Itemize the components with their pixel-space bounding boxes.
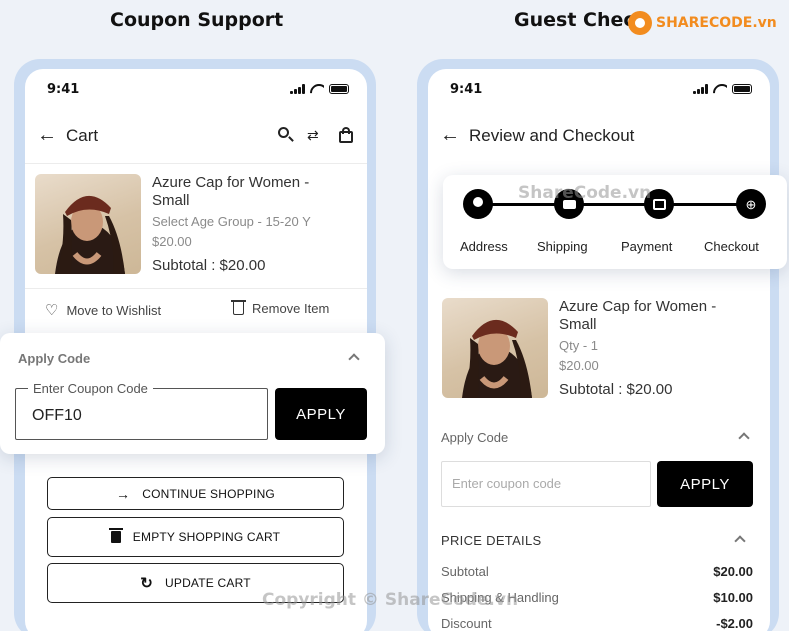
chevron-up-icon[interactable]	[734, 535, 746, 547]
page-title: Cart	[66, 126, 99, 145]
product-name[interactable]: Azure Cap for Women -	[559, 298, 716, 316]
status-icons	[693, 84, 752, 94]
divider	[25, 288, 367, 289]
compare-icon[interactable]: ⇄	[307, 127, 319, 143]
apply-button[interactable]: APPLY	[275, 388, 367, 440]
chevron-up-icon[interactable]	[348, 353, 360, 365]
trash-icon	[231, 300, 246, 315]
arrow-right-icon: →	[116, 485, 131, 502]
product-price: $20.00	[152, 234, 192, 249]
continue-shopping-button[interactable]: → CONTINUE SHOPPING	[47, 477, 344, 510]
price-row-value: -$2.00	[716, 616, 753, 631]
status-time: 9:41	[47, 82, 80, 97]
price-row-label: Subtotal	[441, 564, 489, 579]
continue-shopping-label: CONTINUE SHOPPING	[142, 486, 275, 501]
product-image	[55, 195, 125, 274]
status-icons	[290, 84, 349, 94]
step-label-shipping[interactable]: Shipping	[537, 239, 588, 254]
product-name[interactable]: Azure Cap for Women -	[152, 174, 309, 192]
product-thumbnail[interactable]	[442, 298, 548, 398]
price-row-value: $10.00	[713, 590, 753, 605]
battery-icon	[732, 84, 752, 94]
coupon-support-heading: Coupon Support	[110, 9, 284, 31]
price-row-label: Discount	[441, 616, 492, 631]
back-arrow-icon[interactable]: ←	[440, 125, 460, 145]
empty-cart-label: EMPTY SHOPPING CART	[132, 530, 281, 544]
refresh-icon: ↻	[140, 575, 153, 592]
back-arrow-icon[interactable]: ←	[37, 125, 57, 145]
sharecode-logo-text: SHARECODE.vn	[656, 15, 777, 31]
page-title: Review and Checkout	[469, 126, 635, 145]
trash-icon	[108, 528, 123, 543]
remove-item-button[interactable]: Remove Item	[231, 300, 330, 316]
sharecode-logo-icon	[628, 11, 652, 35]
copyright-watermark: Copyright © ShareCode.vn	[262, 590, 519, 610]
empty-cart-button[interactable]: EMPTY SHOPPING CART	[47, 517, 344, 557]
price-row: Discount -$2.00	[441, 616, 753, 631]
signal-icon	[290, 84, 305, 94]
product-qty: Qty - 1	[559, 338, 599, 353]
steps-progress-line	[478, 203, 753, 206]
apply-code-title: Apply Code	[441, 430, 509, 445]
coupon-code-input[interactable]: Enter coupon code	[441, 461, 651, 507]
product-subtotal: Subtotal : $20.00	[559, 381, 673, 398]
step-label-address[interactable]: Address	[460, 239, 508, 254]
shopping-bag-icon[interactable]	[339, 127, 353, 143]
move-to-wishlist-label: Move to Wishlist	[66, 302, 162, 318]
product-thumbnail[interactable]	[35, 174, 141, 274]
price-row: Subtotal $20.00	[441, 564, 753, 579]
signal-icon	[693, 84, 708, 94]
apply-button[interactable]: APPLY	[657, 461, 753, 507]
coupon-code-field[interactable]: Enter Coupon Code OFF10	[15, 381, 268, 440]
price-row-value: $20.00	[713, 564, 753, 579]
remove-item-label: Remove Item	[252, 301, 330, 316]
coupon-field-label: Enter Coupon Code	[28, 381, 153, 396]
move-to-wishlist-button[interactable]: ♡ Move to Wishlist	[45, 301, 161, 319]
step-address-icon[interactable]	[463, 189, 493, 219]
battery-icon	[329, 84, 349, 94]
search-icon[interactable]	[278, 127, 294, 143]
divider	[25, 163, 367, 164]
price-details-title: PRICE DETAILS	[441, 533, 542, 548]
step-checkout-icon[interactable]: ⊕	[736, 189, 766, 219]
product-price: $20.00	[559, 358, 599, 373]
sharecode-logo: SHARECODE.vn	[628, 11, 777, 35]
step-label-payment[interactable]: Payment	[621, 239, 672, 254]
product-option[interactable]: Select Age Group - 15-20 Y	[152, 214, 311, 229]
center-watermark: ShareCode.vn	[518, 183, 652, 203]
chevron-up-icon[interactable]	[738, 432, 750, 444]
apply-code-card: Apply Code Enter Coupon Code OFF10 APPLY	[0, 333, 385, 454]
product-name-size: Small	[152, 192, 190, 209]
right-phone-screen: 9:41 ← Review and Checkout Azure Cap for…	[428, 69, 770, 631]
step-label-checkout[interactable]: Checkout	[704, 239, 759, 254]
heart-icon: ♡	[45, 302, 59, 319]
wifi-icon	[310, 84, 324, 94]
status-time: 9:41	[450, 82, 483, 97]
product-image	[462, 319, 532, 398]
coupon-code-value[interactable]: OFF10	[32, 407, 82, 425]
apply-code-title: Apply Code	[18, 351, 91, 366]
coupon-placeholder: Enter coupon code	[452, 476, 562, 491]
update-cart-label: UPDATE CART	[165, 576, 251, 590]
product-subtotal: Subtotal : $20.00	[152, 257, 266, 274]
wifi-icon	[713, 84, 727, 94]
product-name-size: Small	[559, 316, 597, 333]
